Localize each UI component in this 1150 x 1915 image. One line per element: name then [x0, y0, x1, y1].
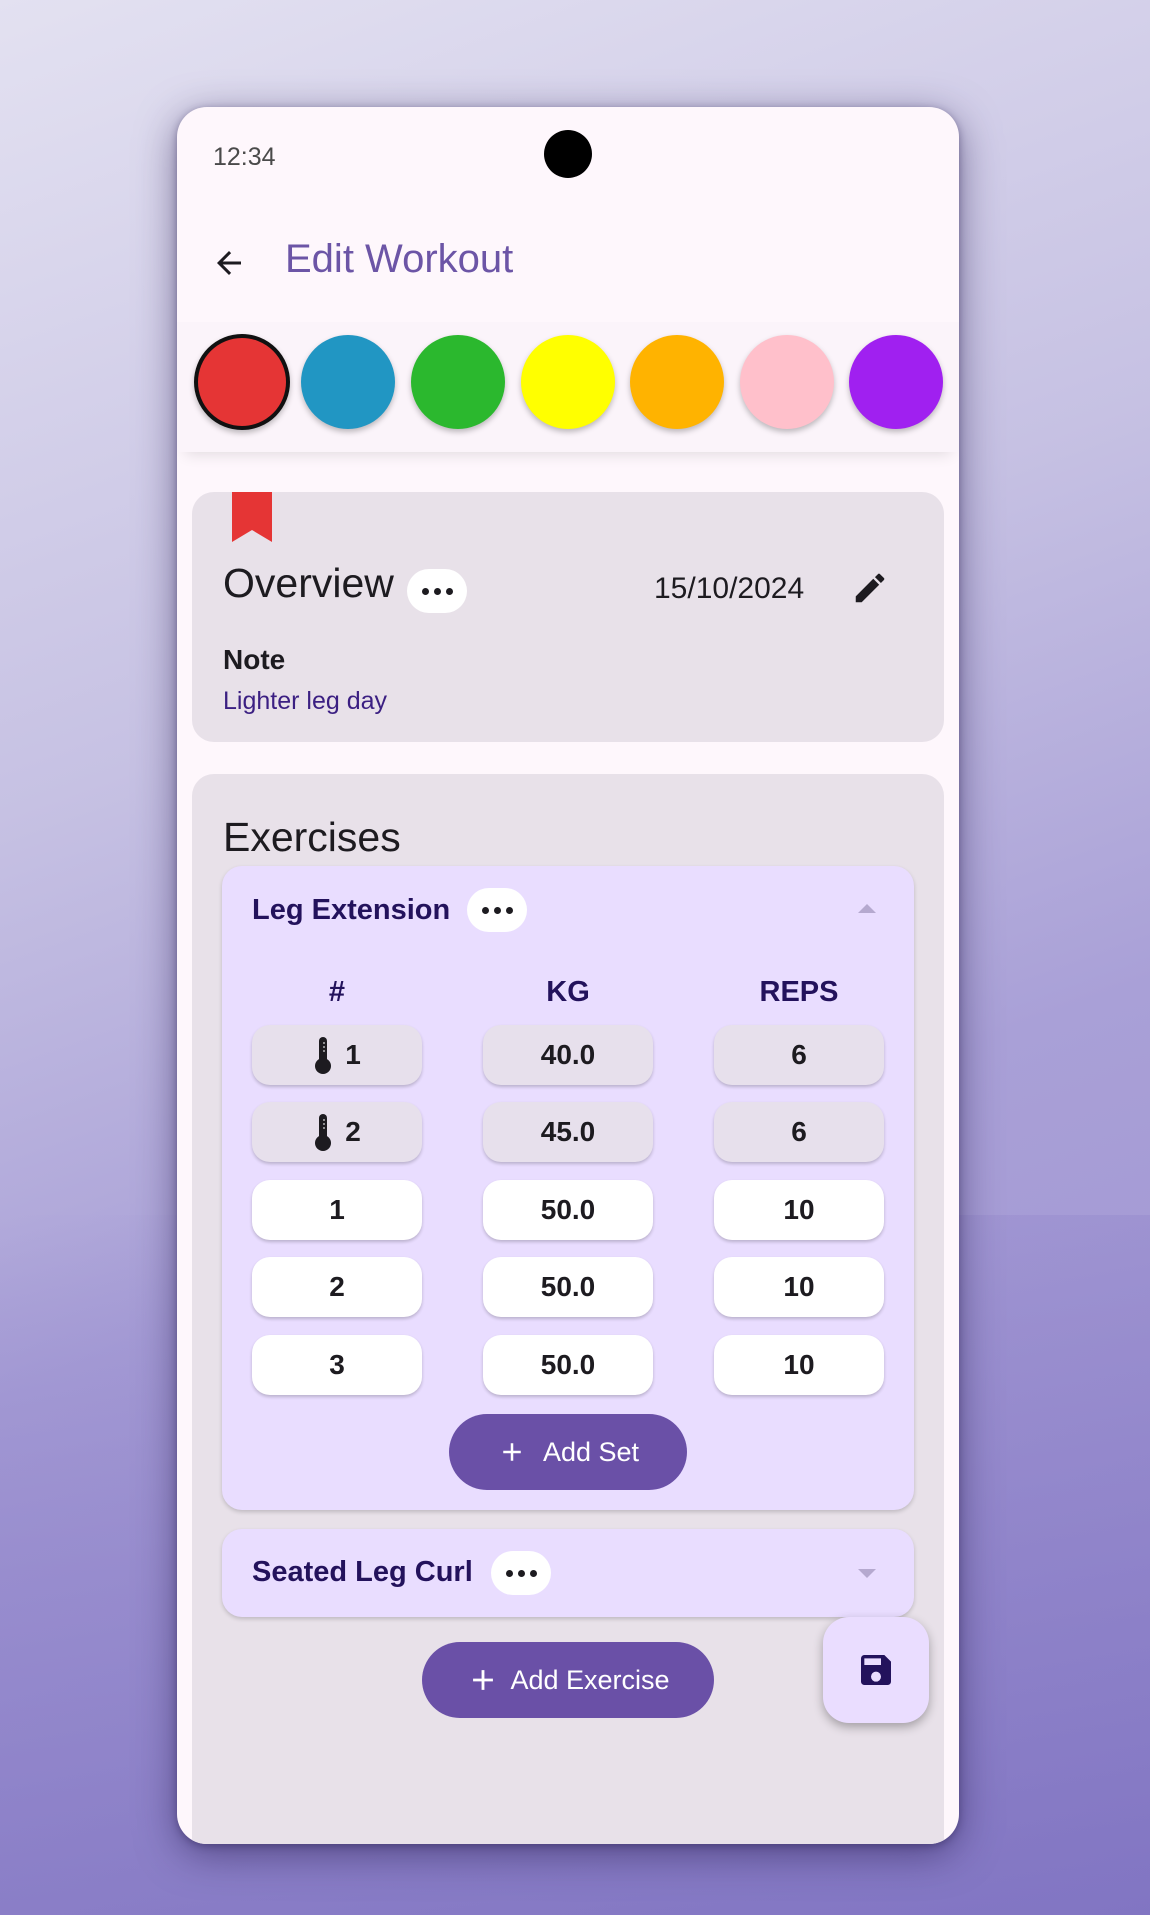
- note-label: Note: [223, 644, 286, 675]
- kg-cell[interactable]: 40.0: [483, 1025, 653, 1085]
- phone-screen: 12:34 Edit Workout Overview 15/10/2024 N…: [177, 107, 959, 1844]
- kg-cell[interactable]: 50.0: [483, 1257, 653, 1317]
- color-picker: [177, 322, 959, 452]
- exercise-panel: Seated Leg Curl: [222, 1529, 914, 1617]
- exercise-panel: Leg Extension # KG REPS 1 40.0 6 2 45.0 …: [222, 866, 914, 1510]
- reps-cell[interactable]: 10: [714, 1180, 884, 1240]
- set-number-cell[interactable]: 1: [252, 1180, 422, 1240]
- color-swatch-red[interactable]: [194, 334, 290, 430]
- set-number-cell[interactable]: 2: [252, 1257, 422, 1317]
- note-value[interactable]: Lighter leg day: [223, 687, 387, 716]
- plus-icon: [503, 1443, 521, 1461]
- overview-title: Overview: [223, 560, 394, 606]
- save-button[interactable]: [823, 1617, 929, 1723]
- reps-cell[interactable]: 10: [714, 1257, 884, 1317]
- exercises-title: Exercises: [223, 814, 401, 860]
- overview-card: Overview 15/10/2024 Note Lighter leg day: [192, 492, 944, 742]
- column-header-kg: KG: [546, 976, 590, 1008]
- thermometer-icon: [313, 1112, 333, 1152]
- collapse-chevron-icon[interactable]: [858, 904, 876, 913]
- color-swatch-yellow[interactable]: [521, 335, 615, 429]
- set-label: 1: [345, 1039, 361, 1070]
- reps-cell[interactable]: 10: [714, 1335, 884, 1395]
- plus-icon: [473, 1670, 494, 1690]
- color-swatch-pink[interactable]: [740, 335, 834, 429]
- set-number-cell[interactable]: 3: [252, 1335, 422, 1395]
- exercise-more-button[interactable]: [491, 1551, 551, 1595]
- bookmark-icon: [232, 492, 272, 542]
- page-title: Edit Workout: [285, 237, 514, 281]
- color-swatch-purple[interactable]: [849, 335, 943, 429]
- column-header-reps: REPS: [759, 976, 839, 1008]
- more-icon: [481, 906, 489, 914]
- workout-date: 15/10/2024: [654, 572, 805, 605]
- set-number-cell[interactable]: 2: [252, 1102, 422, 1162]
- back-button[interactable]: [201, 235, 257, 291]
- column-header-set: #: [328, 976, 346, 1008]
- set-number-cell[interactable]: 1: [252, 1025, 422, 1085]
- more-icon: [421, 587, 429, 595]
- kg-cell[interactable]: 50.0: [483, 1335, 653, 1395]
- color-swatch-blue[interactable]: [301, 335, 395, 429]
- color-swatch-orange[interactable]: [630, 335, 724, 429]
- add-exercise-button[interactable]: Add Exercise: [422, 1642, 714, 1718]
- exercise-name[interactable]: Seated Leg Curl: [252, 1556, 473, 1589]
- camera-cutout: [544, 130, 592, 178]
- expand-chevron-icon[interactable]: [858, 1569, 876, 1578]
- status-time: 12:34: [213, 143, 276, 171]
- kg-cell[interactable]: 50.0: [483, 1180, 653, 1240]
- edit-date-button[interactable]: [842, 560, 898, 616]
- save-icon: [861, 1655, 891, 1685]
- thermometer-icon: [313, 1035, 333, 1075]
- set-label: 2: [345, 1116, 361, 1147]
- reps-cell[interactable]: 6: [714, 1102, 884, 1162]
- overview-more-button[interactable]: [407, 569, 467, 613]
- add-set-button[interactable]: Add Set: [449, 1414, 687, 1490]
- add-set-label: Add Set: [542, 1436, 640, 1467]
- exercise-name[interactable]: Leg Extension: [252, 894, 450, 927]
- exercise-more-button[interactable]: [467, 888, 527, 932]
- add-exercise-label: Add Exercise: [510, 1664, 670, 1695]
- arrow-back-icon: [217, 251, 241, 275]
- more-icon: [505, 1569, 513, 1577]
- pencil-icon: [855, 573, 885, 603]
- kg-cell[interactable]: 45.0: [483, 1102, 653, 1162]
- reps-cell[interactable]: 6: [714, 1025, 884, 1085]
- color-swatch-green[interactable]: [411, 335, 505, 429]
